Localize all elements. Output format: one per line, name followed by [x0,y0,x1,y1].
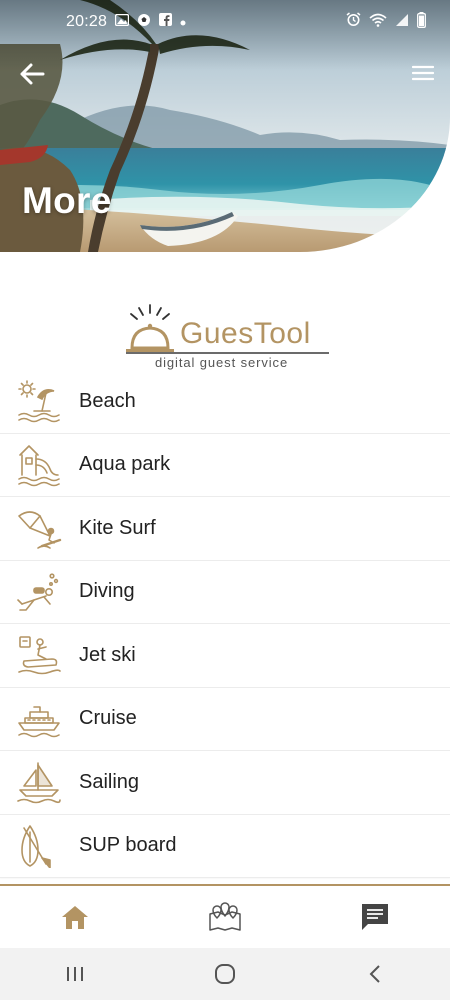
system-navigation-bar [0,948,450,1000]
soccer-icon [137,13,151,32]
status-time: 20:28 [66,13,108,30]
nav-map-button[interactable] [195,892,255,942]
system-home-button[interactable] [195,952,255,996]
list-item-diving[interactable]: Diving [0,560,450,624]
list-item-cruise[interactable]: Cruise [0,687,450,751]
list-item-kite-surf[interactable]: Kite Surf [0,497,450,561]
wifi-icon [369,13,387,32]
cruise-ship-icon [15,695,63,743]
bottom-navigation [0,884,450,948]
recent-apps-icon [67,967,83,981]
list-item-beach[interactable]: Beach [0,370,450,434]
service-bell-icon [126,304,174,352]
menu-button[interactable] [410,60,436,86]
beach-umbrella-icon [15,377,63,425]
back-button[interactable] [16,58,48,90]
sailboat-icon [15,758,63,806]
diver-icon [15,568,63,616]
alarm-icon [346,12,361,32]
page-title: More [22,180,112,221]
list-item-jet-ski[interactable]: Jet ski [0,624,450,688]
map-pins-icon [209,902,241,931]
list-item-label: Beach [79,389,136,412]
recent-apps-button[interactable] [45,952,105,996]
list-item-sup-board[interactable]: SUP board [0,814,450,878]
system-back-button[interactable] [345,952,405,996]
list-item-label: SUP board [79,834,177,857]
logo-name: GuesTool [180,317,311,350]
activities-list: Beach Aqua park Kite Surf Diving Jet ski… [0,370,450,878]
hero-banner: 20:28 More [0,0,450,252]
arrow-left-icon [20,63,45,85]
list-item-label: Sailing [79,770,140,793]
home-circle-icon [215,964,235,984]
hamburger-menu-icon [412,65,434,81]
logo-divider [126,352,329,354]
list-item-aqua-park[interactable]: Aqua park [0,433,450,497]
sup-board-icon [15,822,63,870]
signal-icon [395,13,409,32]
list-item-label: Diving [79,580,135,603]
dot-icon [180,13,186,31]
nav-home-button[interactable] [45,892,105,942]
guestool-logo: GuesTool digital guest service [122,300,332,372]
battery-icon [417,11,426,33]
water-slide-icon [15,441,63,489]
list-item-label: Jet ski [79,643,136,666]
kite-surf-icon [15,504,63,552]
home-icon [62,906,88,929]
chat-message-icon [362,904,388,930]
gallery-icon [114,13,130,31]
list-item-label: Cruise [79,707,137,730]
facebook-icon [159,13,173,31]
list-item-label: Kite Surf [79,516,156,539]
list-item-sailing[interactable]: Sailing [0,751,450,815]
status-bar: 20:28 [0,0,450,44]
list-item-label: Aqua park [79,453,171,476]
logo-tagline: digital guest service [155,355,289,370]
nav-messages-button[interactable] [345,892,405,942]
jet-ski-icon [15,631,63,679]
back-chevron-icon [369,965,380,983]
